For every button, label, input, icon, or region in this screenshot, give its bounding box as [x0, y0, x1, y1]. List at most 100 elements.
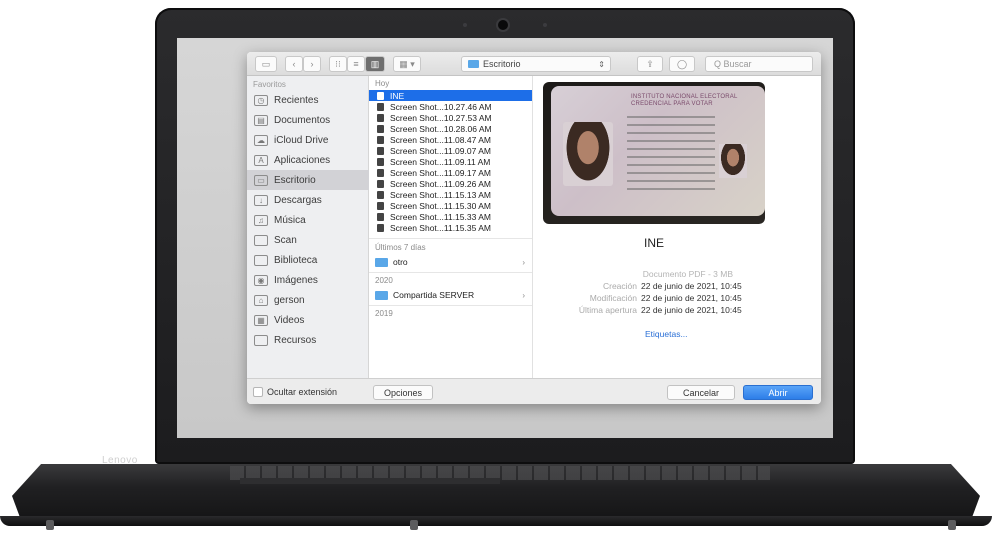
preview-file-name: INE: [643, 236, 664, 250]
dialog-toolbar: ▭ ‹ › ⁝⁝ ≡ ▥ ▦ ▾ Escritorio ⇕ ⇪ ◯ Q Busc…: [247, 52, 821, 76]
file-name: Screen Shot...10.27.53 AM: [390, 112, 492, 123]
file-row[interactable]: Screen Shot...11.15.35 AM: [369, 222, 532, 233]
sidebar-item-aplicaciones[interactable]: A Aplicaciones: [247, 150, 369, 170]
sidebar-item-escritorio[interactable]: ▭ Escritorio: [247, 170, 369, 190]
column-view-button[interactable]: ▥: [365, 56, 385, 72]
image-file-icon: [377, 135, 384, 144]
finder-sidebar: Favoritos ◷ Recientes ▤ Documentos ☁ iCloud…: [247, 76, 369, 378]
file-name: Screen Shot...11.15.35 AM: [390, 222, 491, 233]
file-row[interactable]: Screen Shot...11.09.11 AM: [369, 156, 532, 167]
file-row[interactable]: Screen Shot...11.09.17 AM: [369, 167, 532, 178]
sidebar-toggle-button[interactable]: ▭: [255, 56, 277, 72]
sidebar-item-descargas[interactable]: ↓ Descargas: [247, 190, 369, 210]
apps-icon: A: [254, 154, 268, 166]
folder-row-compartida[interactable]: Compartida SERVER ›: [369, 288, 532, 302]
preview-file-kind: Documento PDF - 3 MB: [642, 269, 733, 279]
film-icon: ▦: [254, 314, 268, 326]
id-photo: [563, 122, 613, 186]
sidebar-item-label: Documentos: [274, 114, 331, 126]
id-card-face: INSTITUTO NACIONAL ELECTORAL CREDENCIAL …: [551, 86, 765, 216]
cancel-button[interactable]: Cancelar: [667, 385, 735, 400]
options-button[interactable]: Opciones: [373, 385, 433, 400]
file-name: INE: [390, 90, 405, 101]
back-button[interactable]: ‹: [285, 56, 303, 72]
folder-name: Compartida SERVER: [393, 290, 475, 300]
webcam: [498, 20, 508, 30]
sidebar-item-label: iCloud Drive: [274, 134, 329, 146]
meta-row-opened: Última apertura 22 de junio de 2021, 10:4…: [533, 305, 821, 315]
id-text-lines: [627, 116, 715, 196]
laptop-foot: [46, 520, 54, 530]
file-name: Screen Shot...11.15.33 AM: [390, 211, 491, 222]
music-icon: ♫: [254, 214, 268, 226]
chevron-updown-icon: ⇕: [598, 59, 605, 69]
gallery-view-button[interactable]: ▦ ▾: [393, 56, 421, 72]
open-button[interactable]: Abrir: [743, 385, 813, 400]
sidebar-item-label: Música: [274, 214, 306, 226]
sidebar-item-recientes[interactable]: ◷ Recientes: [247, 90, 369, 110]
image-file-icon: [377, 124, 384, 133]
id-ghost-photo: [719, 144, 747, 178]
image-file-icon: [377, 212, 384, 221]
sidebar-item-recursos[interactable]: Recursos: [247, 330, 369, 350]
image-file-icon: [377, 190, 384, 199]
file-row[interactable]: Screen Shot...11.15.33 AM: [369, 211, 532, 222]
file-row[interactable]: Screen Shot...10.28.06 AM: [369, 123, 532, 134]
tags-link[interactable]: Etiquetas...: [645, 329, 688, 339]
folder-icon: [254, 234, 268, 246]
sidebar-item-icloud[interactable]: ☁ iCloud Drive: [247, 130, 369, 150]
clock-icon: ◷: [254, 94, 268, 106]
file-row[interactable]: Screen Shot...11.09.07 AM: [369, 145, 532, 156]
sidebar-item-label: Aplicaciones: [274, 154, 331, 166]
meta-value: 22 de junio de 2021, 10:45: [641, 281, 742, 291]
search-input[interactable]: Q Buscar: [705, 56, 813, 72]
group-header-week: Últimos 7 días: [375, 243, 426, 252]
icon-view-button[interactable]: ⁝⁝: [329, 56, 347, 72]
file-row-ine[interactable]: INE: [369, 90, 532, 102]
forward-button[interactable]: ›: [303, 56, 321, 72]
location-label: Escritorio: [483, 59, 521, 69]
meta-key: Última apertura: [578, 305, 637, 315]
group-header-today: Hoy: [375, 79, 390, 88]
tag-button[interactable]: ◯: [669, 56, 695, 72]
meta-value: 22 de junio de 2021, 10:45: [641, 305, 742, 315]
location-popup[interactable]: Escritorio ⇕: [461, 56, 611, 72]
sidebar-item-label: Biblioteca: [274, 254, 318, 266]
sidebar-item-imagenes[interactable]: ◉ Imágenes: [247, 270, 369, 290]
file-name: Screen Shot...11.08.47 AM: [390, 134, 491, 145]
sidebar-item-documentos[interactable]: ▤ Documentos: [247, 110, 369, 130]
file-row[interactable]: Screen Shot...11.09.26 AM: [369, 178, 532, 189]
hide-extension-checkbox[interactable]: [253, 387, 263, 397]
dialog-footer: Ocultar extensión Opciones Cancelar Abri…: [247, 378, 821, 404]
meta-row-created: Creación 22 de junio de 2021, 10:45: [533, 281, 821, 291]
image-file-icon: [377, 179, 384, 188]
list-view-button[interactable]: ≡: [347, 56, 365, 72]
chevron-right-icon: ›: [522, 290, 525, 300]
file-row[interactable]: Screen Shot...10.27.46 AM: [369, 101, 532, 112]
file-row[interactable]: Screen Shot...11.08.47 AM: [369, 134, 532, 145]
sensor-dot: [543, 23, 547, 27]
file-row[interactable]: Screen Shot...11.15.13 AM: [369, 189, 532, 200]
cloud-icon: ☁: [254, 134, 268, 146]
sidebar-item-videos[interactable]: ▦ Videos: [247, 310, 369, 330]
sidebar-item-gerson[interactable]: ⌂ gerson: [247, 290, 369, 310]
meta-key: Modificación: [589, 293, 637, 303]
image-file-icon: [377, 146, 384, 155]
sidebar-item-biblioteca[interactable]: Biblioteca: [247, 250, 369, 270]
id-card-thumbnail: INSTITUTO NACIONAL ELECTORAL CREDENCIAL …: [543, 82, 765, 224]
laptop-foot: [410, 520, 418, 530]
sidebar-item-musica[interactable]: ♫ Música: [247, 210, 369, 230]
group-header-2019: 2019: [375, 309, 393, 318]
image-file-icon: [377, 201, 384, 210]
file-row[interactable]: Screen Shot...11.15.30 AM: [369, 200, 532, 211]
image-file-icon: [377, 113, 384, 122]
laptop-foot: [948, 520, 956, 530]
sidebar-item-scan[interactable]: Scan: [247, 230, 369, 250]
laptop-screen: ▭ ‹ › ⁝⁝ ≡ ▥ ▦ ▾ Escritorio ⇕ ⇪ ◯ Q Busc…: [177, 38, 833, 438]
file-row[interactable]: Screen Shot...10.27.53 AM: [369, 112, 532, 123]
laptop-front-edge: [0, 516, 992, 526]
share-button[interactable]: ⇪: [637, 56, 663, 72]
folder-name: otro: [393, 257, 408, 267]
hide-extension-label: Ocultar extensión: [267, 387, 338, 397]
folder-row-otro[interactable]: otro ›: [369, 255, 532, 269]
